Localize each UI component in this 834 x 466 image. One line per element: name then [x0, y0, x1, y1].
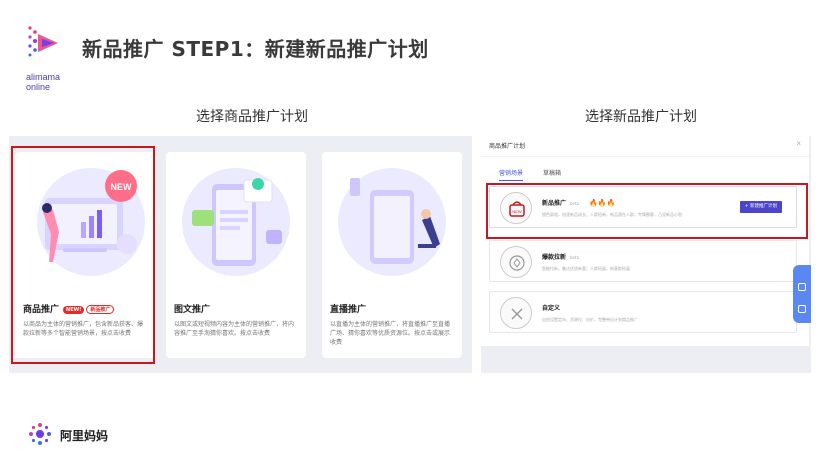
alimama-footer-logo-icon	[26, 420, 54, 448]
option-description: 自由设置定向、资源位、出价，完整带出计划商品推广	[542, 317, 638, 322]
logo-text: alimama online	[26, 72, 60, 92]
card-title: 直播推广	[330, 305, 367, 315]
caption-left: 选择商品推广计划	[196, 109, 308, 125]
beta-label: beta	[570, 255, 580, 260]
dialog-divider	[481, 156, 809, 157]
dialog-tabs: 营销场景 草稿箱	[499, 168, 579, 181]
option-title-text: 爆款拉新	[542, 254, 567, 261]
card-title: 图文推广	[174, 305, 211, 315]
card-description: 以直播为主体的营销推广，将直播推广至直播广场、猜你喜欢等优质资源位。按点击或展示…	[330, 321, 451, 346]
slide: alimama online 新品推广 STEP1：新建新品推广计划 选择商品推…	[0, 0, 834, 466]
highlight-box-product-card	[11, 146, 155, 364]
option-description: 智能拉新，触达优质新客；人群拓展，新客群拓展	[542, 266, 630, 271]
caption-right: 选择新品推广计划	[585, 109, 697, 125]
logo-text-line2: online	[26, 82, 51, 92]
plan-dialog: 商品推广计划 × 营销场景 草稿箱 NEW 新品推广 beta 🔥🔥🔥 锁色屏道…	[481, 136, 809, 346]
clipboard-icon[interactable]	[798, 305, 806, 313]
card-live-promotion[interactable]: 直播推广 以直播为主体的营销推广，将直播推广至直播广场、猜你喜欢等优质资源位。按…	[322, 152, 462, 358]
custom-tools-icon	[500, 297, 532, 329]
option-custom[interactable]: 自定义 自由设置定向、资源位、出价，完整带出计划商品推广	[489, 291, 797, 333]
bell-icon[interactable]	[798, 283, 806, 291]
side-float-toolbar[interactable]	[793, 265, 811, 323]
option-title: 自定义	[542, 305, 561, 312]
close-icon[interactable]: ×	[796, 139, 801, 148]
option-hot-item[interactable]: 爆款拉新 beta 智能拉新，触达优质新客；人群拓展，新客群拓展	[489, 240, 797, 282]
tab-drafts[interactable]: 草稿箱	[543, 168, 561, 180]
content-promotion-illustration-icon	[174, 160, 298, 280]
right-screenshot-panel: 商品推广计划 × 营销场景 草稿箱 NEW 新品推广 beta 🔥🔥🔥 锁色屏道…	[481, 136, 811, 373]
dialog-title: 商品推广计划	[489, 143, 526, 150]
tab-marketing-scenes[interactable]: 营销场景	[499, 168, 524, 181]
logo-text-line1: alimama	[26, 72, 61, 82]
card-description: 以图文或短视频内容为主体的营销推广，将内容推广至手淘猜你喜欢。按点击收费	[174, 321, 295, 337]
highlight-box-new-product-option	[486, 183, 808, 239]
footer-brand: 阿里妈妈	[60, 429, 109, 443]
hot-item-icon	[500, 246, 532, 278]
option-title: 爆款拉新 beta	[542, 252, 579, 261]
card-content-promotion[interactable]: 图文推广 以图文或短视频内容为主体的营销推广，将内容推广至手淘猜你喜欢。按点击收…	[166, 152, 306, 358]
page-title: 新品推广 STEP1：新建新品推广计划	[82, 37, 429, 61]
live-promotion-illustration-icon	[330, 160, 454, 280]
